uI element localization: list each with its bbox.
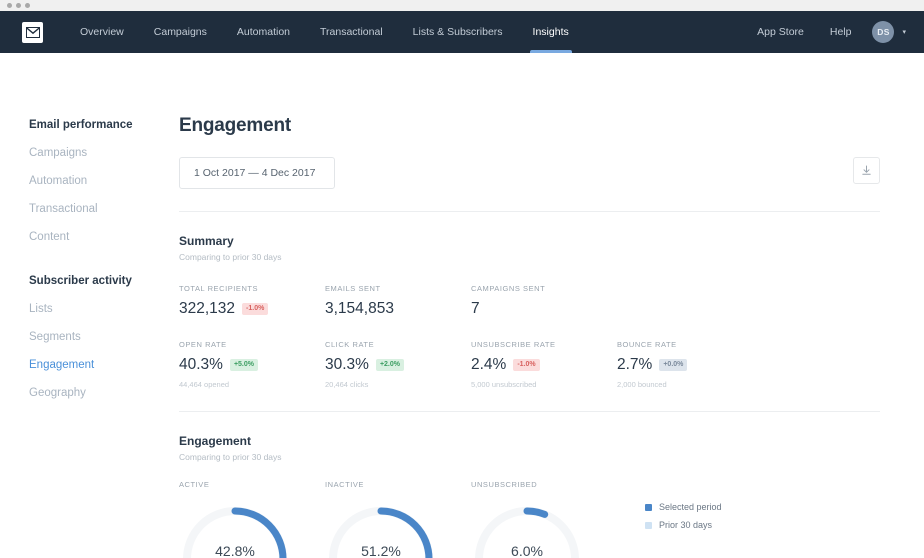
donut-value: 51.2% [361, 543, 401, 558]
sidebar-item-engagement[interactable]: Engagement [29, 359, 175, 371]
donut-chart: 42.8% +3.0% [179, 503, 291, 558]
metric-label: TOTAL RECIPIENTS [179, 284, 325, 293]
avatar[interactable]: DS [872, 21, 894, 43]
donut-value: 42.8% [215, 543, 255, 558]
main-content: Engagement 1 Oct 2017 — 4 Dec 2017 Summa… [175, 53, 924, 558]
nav-link-automation[interactable]: Automation [222, 11, 305, 53]
donut-active: ACTIVE 42.8% +3.0% [179, 480, 325, 558]
metric-label: UNSUBSCRIBE RATE [471, 340, 617, 349]
legend-swatch-icon [645, 504, 652, 511]
donut-label: INACTIVE [325, 480, 471, 489]
status-badge: +0.0% [659, 359, 687, 371]
donut-inactive: INACTIVE 51.2% +2.0% [325, 480, 471, 558]
download-icon [861, 165, 872, 176]
sidebar-item-content[interactable]: Content [29, 231, 175, 243]
metric-label: CAMPAIGNS SENT [471, 284, 617, 293]
metric-emails-sent: EMAILS SENT 3,154,853 [325, 284, 471, 318]
metric-unsubscribe-rate: UNSUBSCRIBE RATE 2.4% -1.0% 5,000 unsubs… [471, 340, 617, 389]
donut-chart-group: ACTIVE 42.8% +3.0% [179, 480, 880, 558]
page-body: Email performance Campaigns Automation T… [0, 53, 924, 558]
sidebar-item-automation[interactable]: Automation [29, 175, 175, 187]
metric-value: 322,132 [179, 300, 235, 318]
window-chrome [0, 0, 924, 11]
sidebar: Email performance Campaigns Automation T… [0, 53, 175, 558]
sidebar-item-campaigns[interactable]: Campaigns [29, 147, 175, 159]
status-badge: +2.0% [376, 359, 404, 371]
date-range-picker[interactable]: 1 Oct 2017 — 4 Dec 2017 [179, 157, 335, 189]
metric-subtext: 5,000 unsubscribed [471, 380, 617, 389]
legend-item-prior-30-days: Prior 30 days [645, 520, 722, 530]
primary-nav: Overview Campaigns Automation Transactio… [65, 11, 584, 53]
chart-legend: Selected period Prior 30 days [645, 480, 722, 538]
sidebar-item-transactional[interactable]: Transactional [29, 203, 175, 215]
nav-link-overview[interactable]: Overview [65, 11, 139, 53]
metric-open-rate: OPEN RATE 40.3% +5.0% 44,464 opened [179, 340, 325, 389]
page-title: Engagement [179, 115, 880, 137]
summary-metrics-row-2: OPEN RATE 40.3% +5.0% 44,464 opened CLIC… [179, 340, 880, 389]
status-badge: -1.0% [513, 359, 539, 371]
mail-logo-icon[interactable] [22, 22, 43, 43]
donut-unsubscribed: UNSUBSCRIBED 6.0% +1.0% [471, 480, 617, 558]
metric-label: EMAILS SENT [325, 284, 471, 293]
legend-label: Selected period [659, 502, 722, 512]
engagement-title: Engagement [179, 434, 880, 448]
donut-chart: 51.2% +2.0% [325, 503, 437, 558]
metric-value: 2.4% [471, 356, 506, 374]
status-badge: +5.0% [230, 359, 258, 371]
sidebar-item-segments[interactable]: Segments [29, 331, 175, 343]
summary-metrics-row-1: TOTAL RECIPIENTS 322,132 -1.0% EMAILS SE… [179, 284, 880, 318]
status-badge: -1.0% [242, 303, 268, 315]
donut-label: ACTIVE [179, 480, 325, 489]
window-minimize-dot[interactable] [16, 3, 21, 8]
secondary-nav: App Store Help DS ▾ [744, 21, 906, 43]
donut-label: UNSUBSCRIBED [471, 480, 617, 489]
summary-section: Summary Comparing to prior 30 days TOTAL… [179, 212, 880, 412]
engagement-section: Engagement Comparing to prior 30 days AC… [179, 412, 880, 558]
donut-chart: 6.0% +1.0% [471, 503, 583, 558]
metric-total-recipients: TOTAL RECIPIENTS 322,132 -1.0% [179, 284, 325, 318]
nav-link-campaigns[interactable]: Campaigns [139, 11, 222, 53]
nav-link-help[interactable]: Help [817, 26, 865, 38]
nav-link-insights[interactable]: Insights [518, 11, 584, 53]
metric-subtext: 44,464 opened [179, 380, 325, 389]
metric-label: CLICK RATE [325, 340, 471, 349]
nav-link-lists-subscribers[interactable]: Lists & Subscribers [398, 11, 518, 53]
metric-value: 7 [471, 300, 480, 318]
metric-bounce-rate: BOUNCE RATE 2.7% +0.0% 2,000 bounced [617, 340, 763, 389]
metric-value: 2.7% [617, 356, 652, 374]
donut-value: 6.0% [511, 543, 543, 558]
toolbar: 1 Oct 2017 — 4 Dec 2017 [179, 157, 880, 212]
top-navbar: Overview Campaigns Automation Transactio… [0, 11, 924, 53]
nav-link-transactional[interactable]: Transactional [305, 11, 398, 53]
summary-subtitle: Comparing to prior 30 days [179, 252, 880, 262]
chevron-down-icon[interactable]: ▾ [902, 28, 906, 36]
sidebar-item-lists[interactable]: Lists [29, 303, 175, 315]
legend-item-selected-period: Selected period [645, 502, 722, 512]
sidebar-heading-subscriber-activity: Subscriber activity [29, 275, 175, 287]
legend-label: Prior 30 days [659, 520, 712, 530]
metric-value: 40.3% [179, 356, 223, 374]
metric-subtext: 20,464 clicks [325, 380, 471, 389]
metric-label: OPEN RATE [179, 340, 325, 349]
metric-label: BOUNCE RATE [617, 340, 763, 349]
nav-link-app-store[interactable]: App Store [744, 26, 817, 38]
summary-title: Summary [179, 234, 880, 248]
legend-swatch-icon [645, 522, 652, 529]
metric-value: 30.3% [325, 356, 369, 374]
metric-value: 3,154,853 [325, 300, 394, 318]
download-button[interactable] [853, 157, 880, 184]
metric-campaigns-sent: CAMPAIGNS SENT 7 [471, 284, 617, 318]
window-close-dot[interactable] [7, 3, 12, 8]
engagement-subtitle: Comparing to prior 30 days [179, 452, 880, 462]
metric-click-rate: CLICK RATE 30.3% +2.0% 20,464 clicks [325, 340, 471, 389]
sidebar-item-geography[interactable]: Geography [29, 387, 175, 399]
window-maximize-dot[interactable] [25, 3, 30, 8]
metric-subtext: 2,000 bounced [617, 380, 763, 389]
sidebar-heading-email-performance: Email performance [29, 119, 175, 131]
